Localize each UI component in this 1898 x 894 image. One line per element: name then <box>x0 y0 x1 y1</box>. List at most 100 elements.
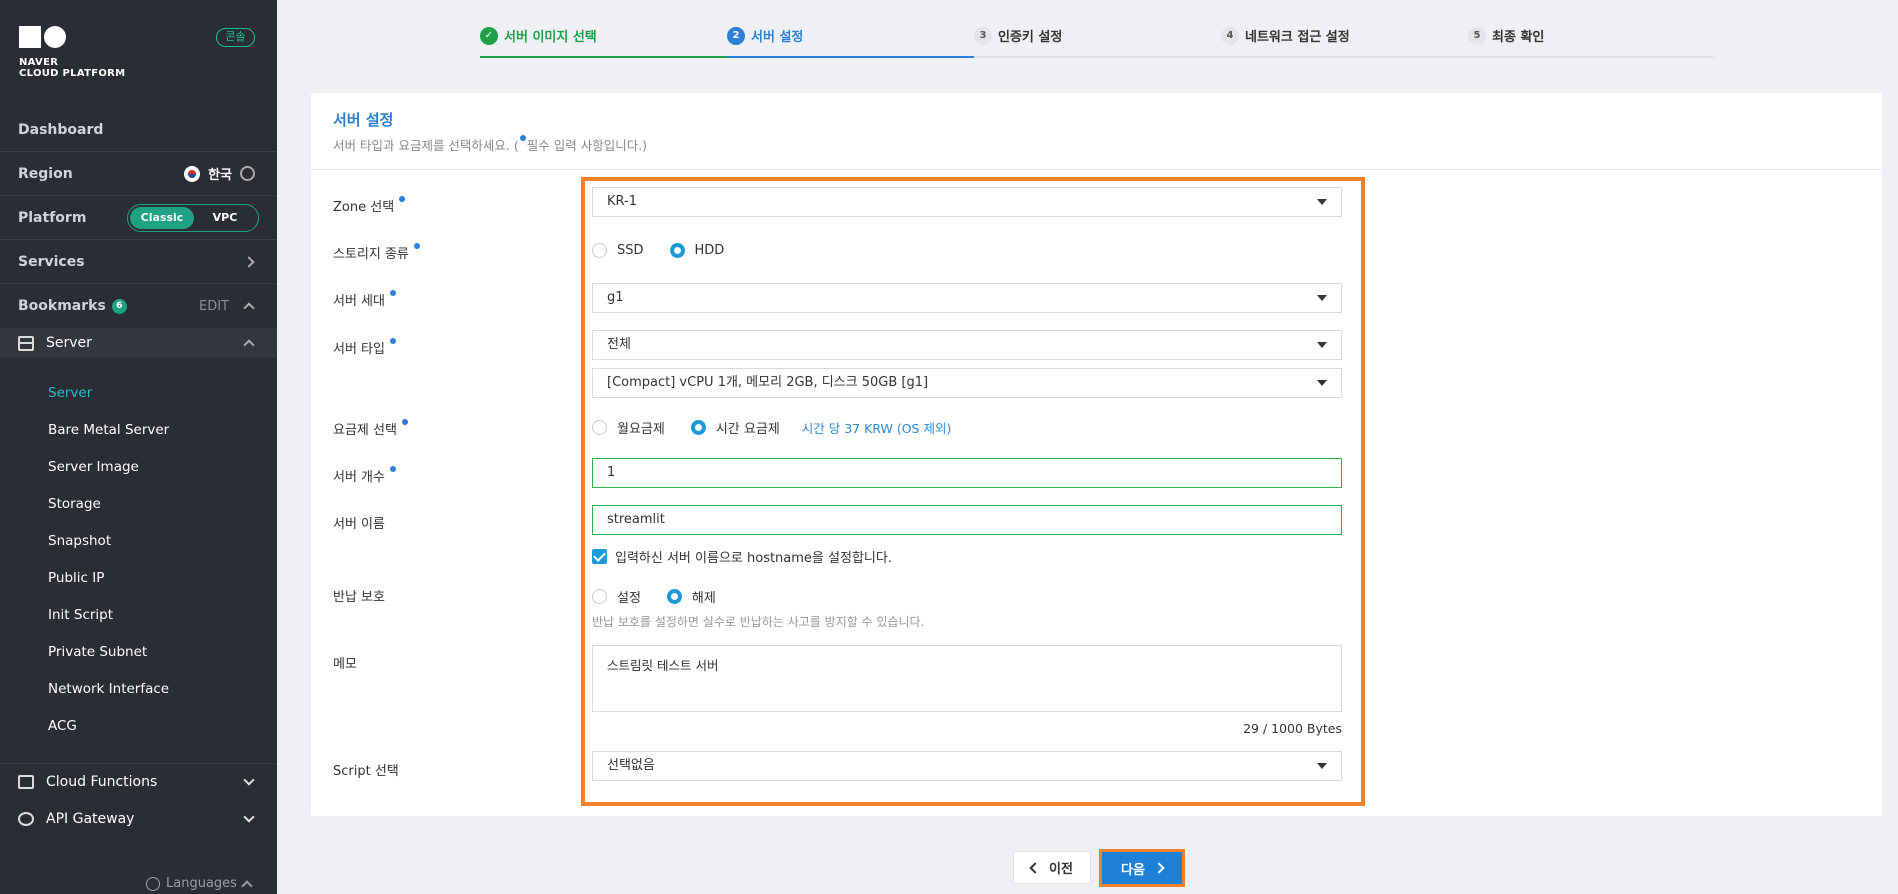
type-label: 서버 타입 <box>333 338 397 357</box>
logo-line1: NAVER <box>19 57 59 68</box>
nav-dashboard-label: Dashboard <box>18 121 104 138</box>
chevron-up-icon <box>243 339 255 351</box>
wizard-steps: ✓ 서버 이미지 선택 2 서버 설정 3 인증키 설정 4 네트워크 접근 설… <box>480 26 1714 60</box>
cloud-functions-icon <box>18 774 34 789</box>
step-3-label: 인증키 설정 <box>998 30 1063 45</box>
chevron-right-icon <box>243 255 255 268</box>
nav-region: Region 한국 <box>0 152 277 196</box>
storage-label: 스토리지 종류 <box>333 243 421 262</box>
required-dot-icon <box>519 135 526 141</box>
submenu-acg[interactable]: ACG <box>0 708 277 745</box>
pricing-label: 요금제 선택 <box>333 419 409 438</box>
step-3: 3 인증키 설정 <box>974 26 1062 45</box>
submenu-public-ip[interactable]: Public IP <box>0 560 277 597</box>
next-button[interactable]: 다음 <box>1102 852 1182 884</box>
server-section-label: Server <box>46 335 92 351</box>
nav-services[interactable]: Services <box>0 240 277 284</box>
step-3-number: 3 <box>974 26 992 45</box>
required-dot-icon <box>390 466 397 472</box>
api-gateway-label: API Gateway <box>46 811 135 827</box>
chevron-up-icon[interactable] <box>243 302 255 314</box>
required-dot-icon <box>390 338 397 344</box>
submenu-init-script[interactable]: Init Script <box>0 597 277 634</box>
chevron-down-icon <box>243 773 255 786</box>
step-5-number: 5 <box>1468 26 1486 45</box>
submenu-server-image[interactable]: Server Image <box>0 449 277 486</box>
next-button-label: 다음 <box>1121 862 1145 878</box>
region-label: Region <box>18 165 73 182</box>
console-badge[interactable]: 콘솔 <box>216 28 255 47</box>
nav-bookmarks[interactable]: Bookmarks 6 EDIT <box>0 284 277 328</box>
chevron-up-icon <box>241 879 253 892</box>
chevron-right-icon <box>1153 862 1165 874</box>
languages-label: Languages <box>166 876 237 891</box>
bookmarks-edit-link[interactable]: EDIT <box>199 299 229 314</box>
submenu-bare-metal-server[interactable]: Bare Metal Server <box>0 412 277 449</box>
ncp-logo[interactable]: NAVER CLOUD PLATFORM <box>19 26 125 79</box>
submenu-private-subnet[interactable]: Private Subnet <box>0 634 277 671</box>
bookmarks-count-badge: 6 <box>111 298 127 314</box>
platform-toggle[interactable]: Classic VPC <box>127 203 259 232</box>
step-remaining-progress <box>974 56 1714 58</box>
nav-cloud-functions[interactable]: Cloud Functions <box>0 763 277 799</box>
nav-platform: Platform Classic VPC <box>0 196 277 240</box>
form-highlight-frame <box>581 177 1365 806</box>
submenu-storage[interactable]: Storage <box>0 486 277 523</box>
prev-button[interactable]: 이전 <box>1013 851 1091 884</box>
submenu-snapshot[interactable]: Snapshot <box>0 523 277 560</box>
step-4-label: 네트워크 접근 설정 <box>1245 30 1350 45</box>
step-2-progress <box>727 56 974 58</box>
step-1-progress <box>480 56 727 58</box>
card-subtitle-pre: 서버 타입과 요금제를 선택하세요. ( <box>333 138 519 153</box>
count-label: 서버 개수 <box>333 466 397 485</box>
memo-label: 메모 <box>333 657 357 672</box>
required-dot-icon <box>402 419 409 425</box>
required-dot-icon <box>390 290 397 296</box>
next-button-highlight: 다음 <box>1099 849 1185 887</box>
card-title: 서버 설정 <box>333 111 394 129</box>
platform-vpc-option[interactable]: VPC <box>194 211 256 224</box>
languages-menu[interactable]: Languages <box>146 876 253 892</box>
step-2-number: 2 <box>727 26 745 45</box>
check-icon: ✓ <box>480 26 498 45</box>
required-dot-icon <box>414 243 421 249</box>
api-gateway-icon <box>18 812 34 826</box>
logo-mark-icon <box>19 26 125 48</box>
step-2[interactable]: 2 서버 설정 <box>727 26 803 45</box>
gear-icon[interactable] <box>240 166 255 181</box>
region-value[interactable]: 한국 <box>208 164 232 183</box>
step-1-label: 서버 이미지 선택 <box>504 30 597 45</box>
nav-api-gateway[interactable]: API Gateway <box>0 801 277 837</box>
chevron-down-icon <box>243 811 255 823</box>
platform-classic-option[interactable]: Classic <box>130 206 194 229</box>
nav-dashboard[interactable]: Dashboard <box>0 108 277 152</box>
prev-button-label: 이전 <box>1049 862 1073 877</box>
submenu-network-interface[interactable]: Network Interface <box>0 671 277 708</box>
required-dot-icon <box>399 196 406 202</box>
server-submenu: Server Bare Metal Server Server Image St… <box>0 375 277 745</box>
step-1[interactable]: ✓ 서버 이미지 선택 <box>480 26 597 45</box>
zone-label: Zone 선택 <box>333 196 406 215</box>
step-2-label: 서버 설정 <box>751 30 804 45</box>
sidebar: NAVER CLOUD PLATFORM 콘솔 Dashboard Region… <box>0 0 277 894</box>
step-5-label: 최종 확인 <box>1492 30 1545 45</box>
step-5: 5 최종 확인 <box>1468 26 1544 45</box>
globe-icon <box>146 876 160 891</box>
card-subtitle: 서버 타입과 요금제를 선택하세요. ( 필수 입력 사항입니다.) <box>333 135 647 154</box>
submenu-server[interactable]: Server <box>0 375 277 412</box>
protect-label: 반납 보호 <box>333 590 385 605</box>
name-label: 서버 이름 <box>333 517 385 532</box>
script-label: Script 선택 <box>333 764 399 779</box>
divider <box>311 169 1882 170</box>
cloud-functions-label: Cloud Functions <box>46 773 158 790</box>
card-subtitle-post: 필수 입력 사항입니다.) <box>526 138 648 153</box>
chevron-left-icon <box>1029 861 1041 874</box>
services-label: Services <box>18 253 85 270</box>
step-4-number: 4 <box>1221 26 1239 45</box>
korea-flag-icon <box>184 165 201 182</box>
generation-label: 서버 세대 <box>333 290 397 309</box>
bookmarks-label: Bookmarks <box>18 298 106 314</box>
nav-server-section[interactable]: Server <box>0 328 277 358</box>
step-4: 4 네트워크 접근 설정 <box>1221 26 1350 45</box>
platform-label: Platform <box>18 209 87 226</box>
